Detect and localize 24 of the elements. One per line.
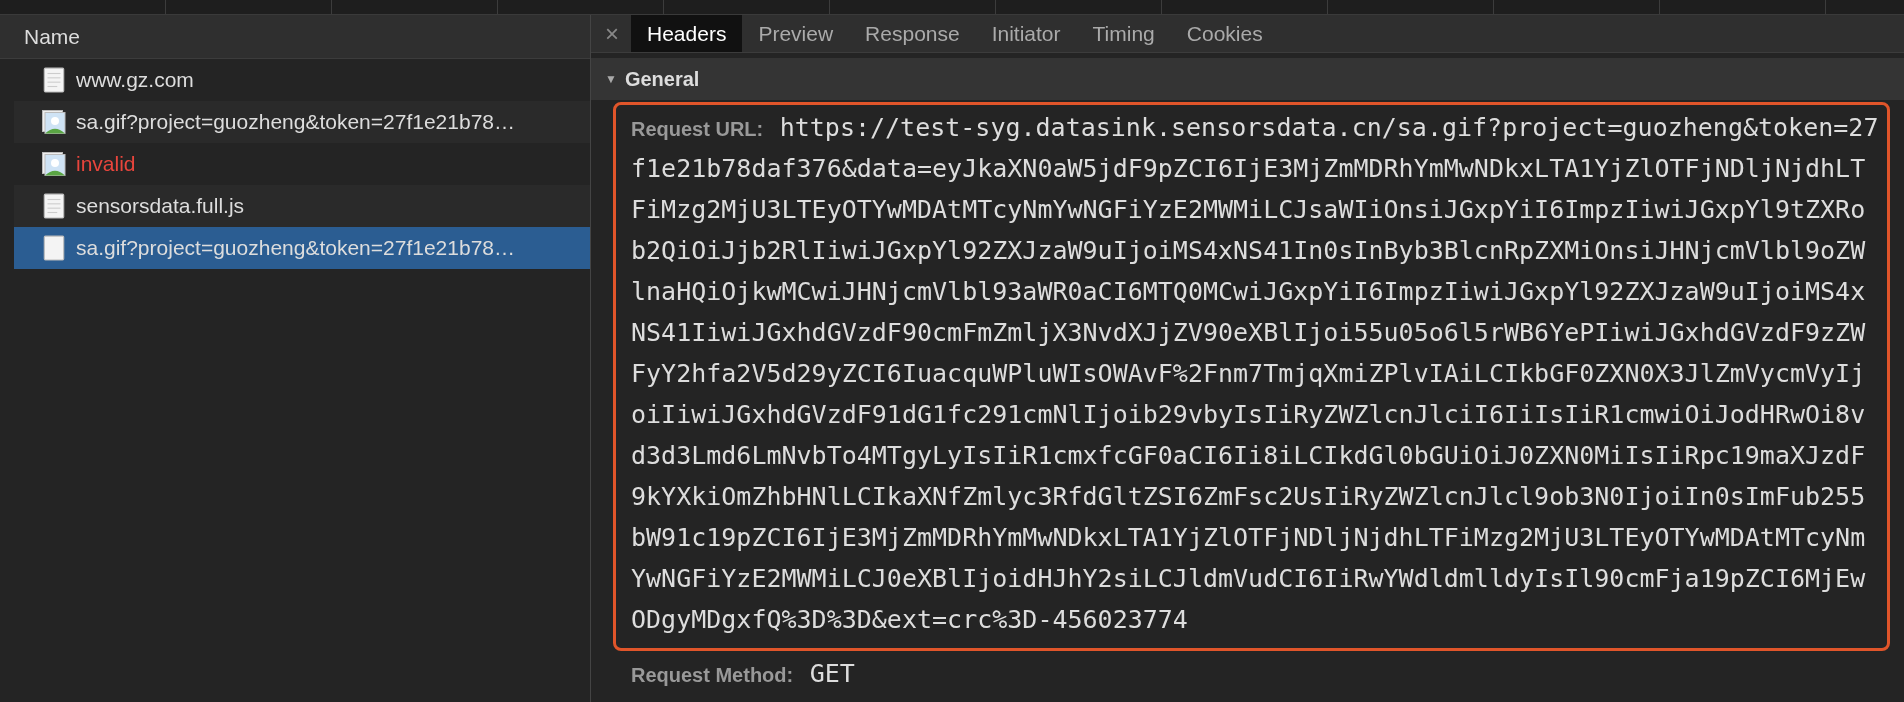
tab[interactable]: Headers (631, 15, 743, 53)
tab[interactable]: Timing (1076, 15, 1171, 53)
request-name: sa.gif?project=guozheng&token=27f1e21b78… (76, 110, 515, 134)
tab[interactable]: Preview (742, 15, 850, 53)
request-row[interactable]: sensorsdata.full.js (14, 185, 590, 227)
request-name: sa.gif?project=guozheng&token=27f1e21b78… (76, 236, 515, 260)
header-field: Request URL: https://test-syg.datasink.sensorsdata.cn/sa.gif?project=guozheng&token=27f1e21b78daf376&data=eyJkaXN0aW5jdF9pZCI6IjE3MjZmMDRhYmMwNDkxLTA1YjZlOTFjNDljNjdhLTFiMzg2MjU3LTEyOTYwMDAtMTcyNmYwNGFiYzE2MWMiLCJsaWIiOnsiJGxpYiI6ImpzIiwiJGxpYl9tZXRob2QiOiJjb2RlIiwiJGxpYl92ZXJzaW9uIjoiMS4xNS41In0sInByb3BlcnRpZXMiOnsiJHNjcmVlbl9oZWlnaHQiOjkwMCwiJHNjcmVlbl93aWR0aCI6MTQ0MCwiJGxpYiI6ImpzIiwiJGxpYl92ZXJzaW9uIjoiMS4xNS41IiwiJGxhdGVzdF90cmFmZmljX3NvdXJjZV90eXBlIjoi55u05o6l5rWB6YePIiwiJGxhdGVzdF9zZWFyY2hfa2V5d29yZCI6IuacquWPluWIsOWAvF%2Fnm7TmjqXmiZPlvIAiLCIkbGF0ZXN0X3JlZmVycmVyIjoiIiwiJGxhdGVzdF91dG1fc291cmNlIjoib29vbyIsIiRyZWZlcnJlciI6IiIsIiR1cmwiOiJodHRwOi8vd3d3Lmd6LmNvbTo4MTgyLyIsIiR1cmxfcGF0aCI6Ii8iLCIkdGl0bGUiOiJ0ZXN0MiIsIiRpc19maXJzdF9kYXkiOmZhbHNlLCIkaXNfZmlyc3RfdGltZSI6ZmFsc2UsIiRyZWZlcnJlcl9ob3N0IjoiIn0sImFub255bW91c19pZCI6IjE3MjZmMDRhYmMwNDkxLTA1YjZlOTFjNDljNjdhLTFiMzg2MjU3LTEyOTYwMDAtMTcyNmYwNGFiYzE2MWMiLCJ0eXBlIjoidHJhY2siLCJldmVudCI6IiRwYWdldmlldyIsIl90cmFja19pZCI6MjEwODgyMDgxfQ%3D%3D&ext=crc%3D-456023774 (631, 109, 1879, 642)
tab[interactable]: Response (849, 15, 976, 53)
image-icon (42, 151, 66, 177)
document-icon (42, 67, 66, 93)
request-row[interactable]: sa.gif?project=guozheng&token=27f1e21b78… (14, 227, 590, 269)
image-icon (42, 109, 66, 135)
request-row[interactable]: sa.gif?project=guozheng&token=27f1e21b78… (14, 101, 590, 143)
request-name: sensorsdata.full.js (76, 194, 245, 218)
document-icon (42, 235, 66, 261)
request-name: www.gz.com (76, 68, 194, 92)
request-name: invalid (76, 152, 136, 176)
close-button[interactable]: × (591, 15, 631, 53)
tab[interactable]: Initiator (975, 15, 1077, 53)
header-field: Request Method: GET (631, 655, 1878, 696)
document-icon (42, 193, 66, 219)
section-header[interactable]: ▼ General (591, 58, 1904, 100)
column-header[interactable]: Name (24, 24, 81, 49)
tab[interactable]: Cookies (1170, 15, 1279, 53)
